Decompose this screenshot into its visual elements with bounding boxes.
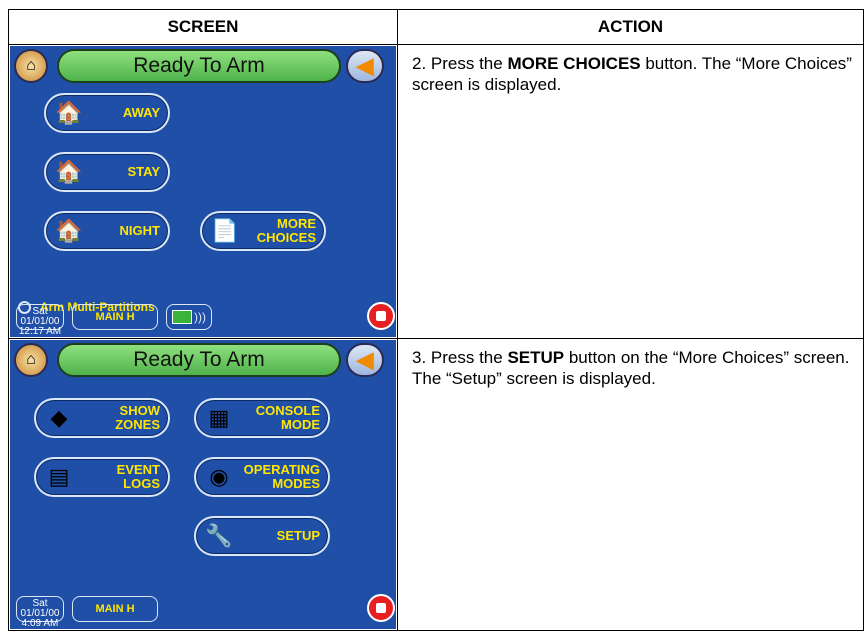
away-button[interactable]: 🏠 AWAY [44, 93, 170, 133]
night-button[interactable]: 🏠 NIGHT [44, 211, 170, 251]
tools-icon: 🔧 [205, 523, 233, 548]
house-moon-icon: 🏠 [55, 218, 83, 243]
home-button[interactable]: ⌂ [14, 49, 48, 83]
house-person-icon: 🏠 [55, 100, 83, 125]
home-button[interactable]: ⌂ [14, 343, 48, 377]
house-icon: ⌂ [26, 57, 36, 74]
cube-icon: ◆ [50, 405, 68, 430]
operating-modes-label: OPERATING MODES [243, 462, 320, 491]
voice-button[interactable]: ))) [166, 304, 212, 330]
console-mode-button[interactable]: ▦ CONSOLE MODE [194, 398, 330, 438]
back-button[interactable]: ◀ [346, 49, 384, 83]
keypad-screen-2: ⌂ Ready To Arm ◀ ◆ SHOW ZONES ▦ CONSOLE MO… [10, 340, 396, 629]
operating-modes-button[interactable]: ◉ OPERATING MODES [194, 457, 330, 497]
stay-button[interactable]: 🏠 STAY [44, 152, 170, 192]
house-stay-icon: 🏠 [55, 159, 83, 184]
screen-column-header: SCREEN [8, 9, 398, 45]
console-mode-label: CONSOLE MODE [255, 403, 320, 432]
main-house-button[interactable]: MAIN H [72, 596, 158, 622]
document-plus-icon: 📄 [211, 218, 239, 243]
main-house-button[interactable]: MAIN H [72, 304, 158, 330]
setup-label: SETUP [276, 528, 320, 543]
back-arrow-icon: ◀ [356, 347, 374, 372]
event-logs-label: EVENT LOGS [116, 462, 160, 491]
keypad-screen-1: ⌂ Ready To Arm ◀ 🏠 AWAY 🏠 STAY 🏠 NIGHT 📄 [10, 46, 396, 337]
screen-cell-2: ⌂ Ready To Arm ◀ ◆ SHOW ZONES ▦ CONSOLE MO… [8, 338, 398, 631]
panic-button[interactable] [367, 302, 395, 330]
screen-cell-1: ⌂ Ready To Arm ◀ 🏠 AWAY 🏠 STAY 🏠 NIGHT 📄 [8, 44, 398, 339]
speaker-modes-icon: ◉ [209, 464, 229, 489]
event-logs-button[interactable]: ▤ EVENT LOGS [34, 457, 170, 497]
documents-icon: ▤ [48, 464, 70, 489]
status-bar: Ready To Arm [57, 343, 341, 377]
setup-button[interactable]: 🔧 SETUP [194, 516, 330, 556]
away-label: AWAY [122, 105, 160, 120]
speaker-icon [172, 310, 192, 324]
house-icon: ⌂ [26, 351, 36, 368]
panic-button[interactable] [367, 594, 395, 622]
keypad-icon: ▦ [208, 405, 230, 430]
action-column-header: ACTION [397, 9, 864, 45]
date-time-button[interactable]: Sat 01/01/00 12:17 AM [16, 304, 64, 337]
date-time-button[interactable]: Sat 01/01/00 4:09 AM [16, 596, 64, 629]
status-bar: Ready To Arm [57, 49, 341, 83]
action-cell-2: 3. Press the SETUP button on the “More C… [397, 338, 864, 631]
show-zones-label: SHOW ZONES [115, 403, 160, 432]
back-arrow-icon: ◀ [356, 53, 374, 78]
instruction-table: SCREEN ACTION ⌂ Ready To Arm ◀ 🏠 AWAY 🏠 … [8, 9, 864, 631]
stay-label: STAY [127, 164, 160, 179]
night-label: NIGHT [119, 223, 160, 238]
more-choices-label: MORE CHOICES [256, 216, 316, 245]
action-cell-1: 2. Press the MORE CHOICES button. The “M… [397, 44, 864, 339]
show-zones-button[interactable]: ◆ SHOW ZONES [34, 398, 170, 438]
back-button[interactable]: ◀ [346, 343, 384, 377]
more-choices-button[interactable]: 📄 MORE CHOICES [200, 211, 326, 251]
